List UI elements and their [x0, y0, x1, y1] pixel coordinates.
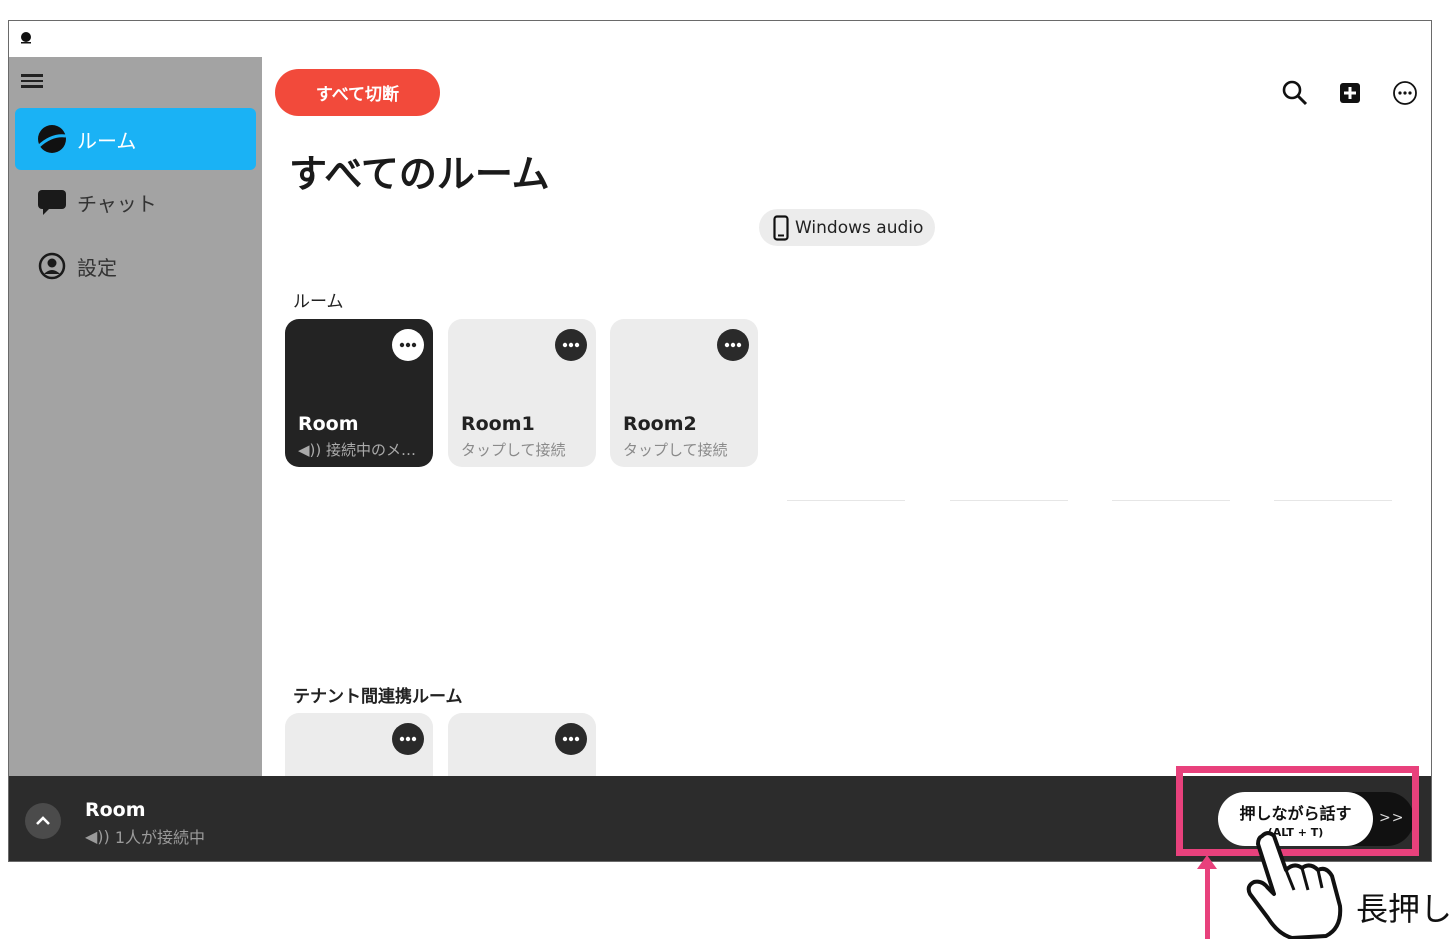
audio-device-chip[interactable]: Windows audio: [759, 209, 936, 246]
app-logo-icon: [21, 32, 31, 44]
sidebar-item-room[interactable]: ルーム: [15, 108, 256, 170]
add-box-icon[interactable]: [1336, 79, 1364, 107]
cross-tenant-section-label: テナント間連携ルーム: [293, 687, 463, 707]
sidebar-item-chat[interactable]: チャット: [15, 171, 256, 233]
title-bar: [9, 21, 1431, 57]
room-card-room[interactable]: Room ◀)) 接続中のメンバ...: [285, 319, 433, 467]
sidebar-item-label: チャット: [77, 191, 157, 216]
room-card-room2[interactable]: Room2 タップして接続: [610, 319, 758, 467]
current-room-status: ◀)) 1人が接続中: [85, 826, 206, 848]
annotation-arrow: [1205, 864, 1210, 939]
more-options-icon[interactable]: [717, 329, 749, 361]
more-options-icon[interactable]: [555, 329, 587, 361]
main-content: すべて切断 すべてのルーム Windows audio ルーム Room ◀))…: [262, 57, 1431, 861]
sidebar-item-label: 設定: [77, 255, 117, 280]
rooms-section-label: ルーム: [293, 292, 344, 312]
room-status: タップして接続: [623, 441, 728, 459]
room-name: Room: [298, 413, 359, 435]
more-options-icon[interactable]: [392, 329, 424, 361]
room-card-room1[interactable]: Room1 タップして接続: [448, 319, 596, 467]
phone-icon: [773, 214, 789, 241]
sidebar: ルーム チャット 設定: [9, 57, 262, 776]
hand-pointer-icon: [1246, 831, 1343, 939]
audio-device-label: Windows audio: [795, 217, 924, 238]
menu-icon[interactable]: [21, 71, 47, 93]
disconnect-all-button[interactable]: すべて切断: [275, 69, 440, 116]
more-circle-icon[interactable]: [1391, 79, 1419, 107]
user-circle-icon: [37, 251, 67, 281]
search-icon[interactable]: [1281, 79, 1309, 107]
chevron-up-icon[interactable]: [25, 803, 61, 839]
room-name: Room2: [623, 413, 697, 435]
annotation-callout: 長押し: [1356, 890, 1453, 928]
divider: [1274, 500, 1392, 501]
more-options-icon[interactable]: [392, 723, 424, 755]
sidebar-item-settings[interactable]: 設定: [15, 235, 256, 297]
page-title: すべてのルーム: [289, 152, 550, 196]
speaker-icon: ◀)): [85, 826, 115, 846]
app-window: ルーム チャット 設定 すべて切断 すべてのルーム Windows audio …: [8, 20, 1432, 862]
room-status: タップして接続: [461, 441, 566, 459]
sidebar-item-label: ルーム: [77, 128, 137, 153]
divider: [787, 500, 905, 501]
current-room-name: Room: [85, 799, 146, 821]
divider: [1112, 500, 1230, 501]
speaker-icon: ◀)): [298, 441, 322, 459]
room-status: ◀)) 接続中のメンバ...: [298, 441, 428, 459]
divider: [950, 500, 1068, 501]
room-name: Room1: [461, 413, 535, 435]
more-options-icon[interactable]: [555, 723, 587, 755]
chat-bubble-icon: [37, 187, 67, 217]
room-icon: [37, 124, 67, 154]
